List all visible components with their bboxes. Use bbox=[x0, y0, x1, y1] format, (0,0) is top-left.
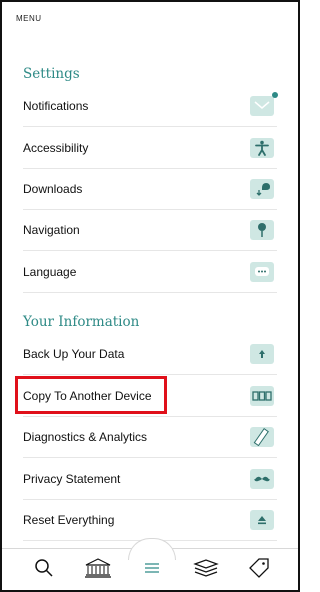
language-label: Language bbox=[23, 265, 77, 279]
notification-envelope-icon bbox=[250, 92, 278, 116]
download-cloud-icon bbox=[250, 179, 274, 199]
menu-title: MENU bbox=[16, 14, 42, 23]
copy-to-another-device-row[interactable]: Copy To Another Device bbox=[23, 376, 277, 417]
menu-icon bbox=[144, 561, 160, 579]
accessibility-label: Accessibility bbox=[23, 141, 89, 155]
eject-icon bbox=[250, 510, 274, 530]
reset-everything-row[interactable]: Reset Everything bbox=[23, 500, 277, 541]
tab-menu[interactable] bbox=[140, 559, 164, 581]
copy-to-another-device-label: Copy To Another Device bbox=[23, 389, 152, 403]
privacy-statement-label: Privacy Statement bbox=[23, 472, 121, 486]
reset-everything-label: Reset Everything bbox=[23, 513, 115, 527]
downloads-label: Downloads bbox=[23, 182, 83, 196]
search-icon bbox=[34, 558, 54, 583]
settings-section-title: Settings bbox=[23, 66, 80, 82]
navigation-row[interactable]: Navigation bbox=[23, 210, 277, 251]
active-tab-bump bbox=[128, 538, 176, 560]
ruler-icon bbox=[250, 427, 274, 447]
bottom-tab-bar bbox=[2, 538, 298, 590]
tab-cards[interactable] bbox=[192, 558, 220, 583]
navigation-label: Navigation bbox=[23, 223, 80, 237]
tag-icon bbox=[248, 557, 270, 584]
back-up-data-row[interactable]: Back Up Your Data bbox=[23, 334, 277, 375]
back-up-data-label: Back Up Your Data bbox=[23, 347, 125, 361]
diagnostics-analytics-label: Diagnostics & Analytics bbox=[23, 430, 148, 444]
downloads-row[interactable]: Downloads bbox=[23, 169, 277, 210]
tab-tag[interactable] bbox=[247, 557, 271, 584]
diagnostics-analytics-row[interactable]: Diagnostics & Analytics bbox=[23, 417, 277, 458]
language-row[interactable]: Language bbox=[23, 252, 277, 293]
accessibility-person-icon bbox=[250, 138, 274, 158]
tab-search[interactable] bbox=[32, 558, 56, 583]
copy-devices-icon bbox=[250, 386, 274, 406]
tab-museum[interactable] bbox=[83, 557, 113, 583]
language-chat-icon bbox=[250, 262, 274, 282]
your-information-section-title: Your Information bbox=[23, 314, 140, 330]
privacy-statement-row[interactable]: Privacy Statement bbox=[23, 459, 277, 500]
accessibility-row[interactable]: Accessibility bbox=[23, 128, 277, 169]
menu-screen: MENU Settings Notifications Accessibilit… bbox=[0, 0, 300, 592]
upload-arrow-icon bbox=[250, 344, 274, 364]
mustache-icon bbox=[250, 469, 274, 489]
cards-stack-icon bbox=[193, 558, 219, 583]
notifications-row[interactable]: Notifications bbox=[23, 86, 278, 127]
notifications-label: Notifications bbox=[23, 99, 89, 113]
navigation-pin-icon bbox=[250, 220, 274, 240]
museum-icon bbox=[84, 557, 112, 583]
